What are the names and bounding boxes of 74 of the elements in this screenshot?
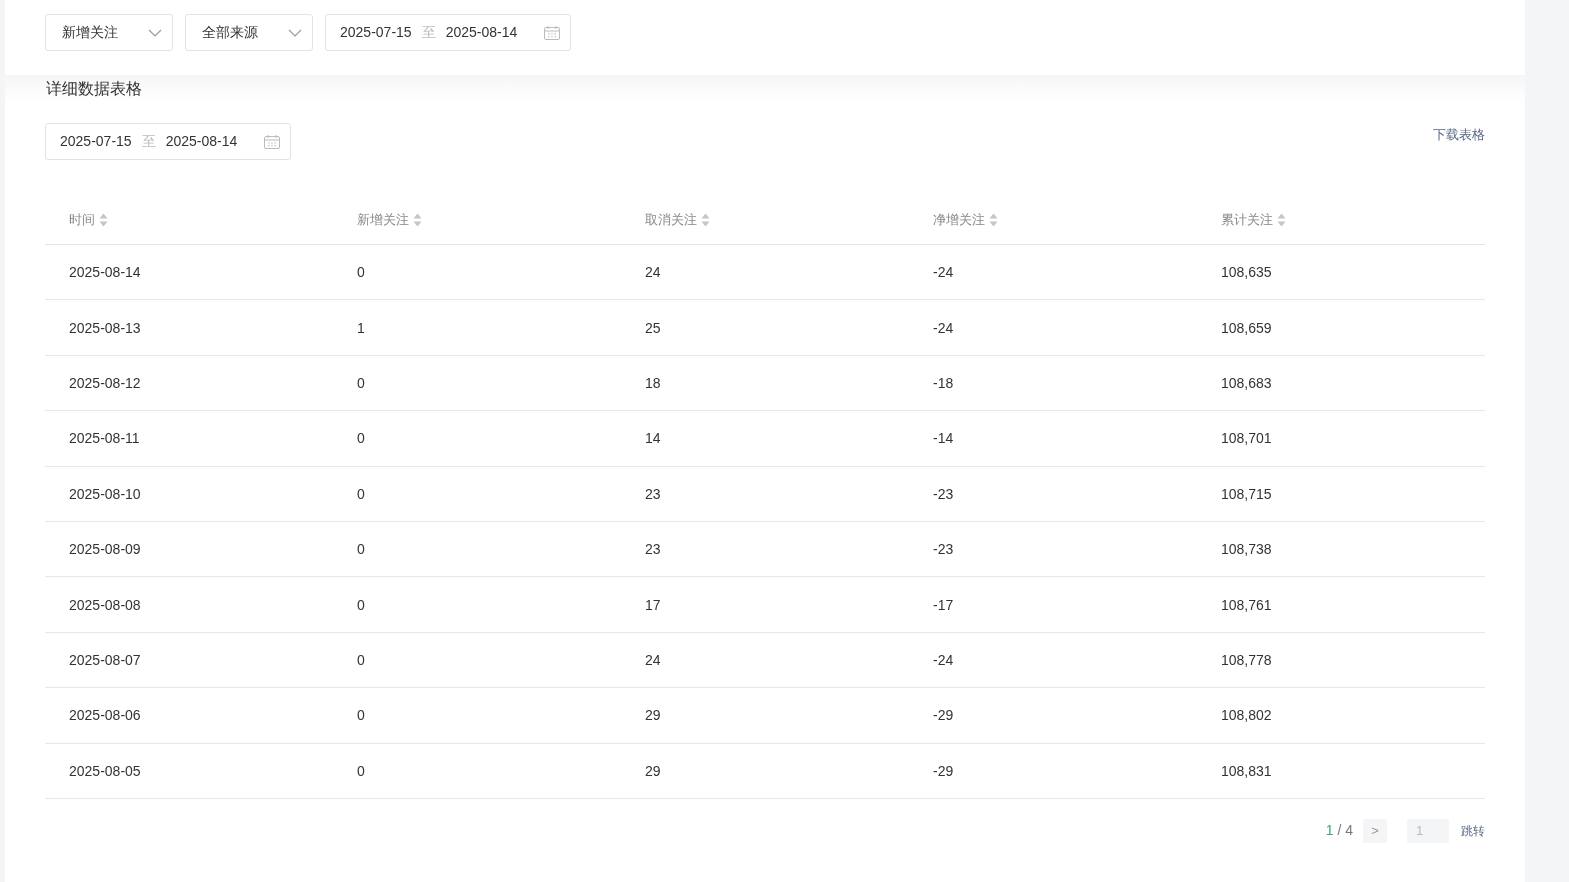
table-cell: 23	[645, 485, 661, 502]
download-link[interactable]: 下载表格	[1433, 125, 1485, 145]
table-cell: 108,715	[1221, 485, 1272, 502]
table-cell: 108,701	[1221, 430, 1272, 447]
table-cell: -14	[933, 430, 954, 447]
table-cell: 1	[357, 319, 365, 336]
chevron-down-icon	[148, 28, 162, 37]
table-cell: 108,738	[1221, 541, 1272, 558]
table-cell: 24	[645, 651, 661, 668]
sort-icon[interactable]	[989, 213, 998, 227]
table-cell: 2025-08-05	[69, 762, 141, 779]
select-field[interactable]: 全部来源	[185, 14, 313, 51]
table-cell: 29	[645, 707, 661, 724]
table-cell: 0	[357, 651, 365, 668]
table-cell: -23	[933, 541, 954, 558]
column-header: 取消关注	[645, 211, 697, 230]
table-cell: 2025-08-06	[69, 707, 141, 724]
sort-icon[interactable]	[1277, 213, 1286, 227]
table-cell: 2025-08-07	[69, 651, 141, 668]
chevron-down-icon	[288, 28, 302, 37]
sort-icon[interactable]	[413, 213, 422, 227]
table-cell: -23	[933, 485, 954, 502]
table-cell: 108,761	[1221, 596, 1272, 613]
table-cell: 0	[357, 485, 365, 502]
table-cell: -24	[933, 319, 954, 336]
table-cell: 108,778	[1221, 651, 1272, 668]
section-title: 详细数据表格	[46, 78, 142, 99]
table-cell: 2025-08-11	[69, 430, 140, 447]
table-cell: 0	[357, 374, 365, 391]
table-cell: 2025-08-14	[69, 264, 141, 281]
table-cell: -17	[933, 596, 954, 613]
jump-button[interactable]: 跳转	[1461, 821, 1485, 840]
table-cell: -24	[933, 264, 954, 281]
table-cell: -29	[933, 707, 954, 724]
table-cell: 2025-08-12	[69, 374, 141, 391]
table-cell: 108,802	[1221, 707, 1272, 724]
calendar-icon	[264, 134, 280, 149]
page-input[interactable]: 1	[1407, 818, 1449, 843]
current-page: 1	[1325, 821, 1334, 841]
date-range-field[interactable]: 2025-07-15 至 2025-08-14	[45, 123, 291, 160]
table-cell: 2025-08-09	[69, 541, 141, 558]
table-cell: 0	[357, 264, 365, 281]
table-cell: 0	[357, 707, 365, 724]
table-cell: -18	[933, 374, 954, 391]
table-cell: -24	[933, 651, 954, 668]
table-cell: 0	[357, 430, 365, 447]
table-cell: 18	[645, 374, 661, 391]
table-cell: -29	[933, 762, 954, 779]
table-cell: 23	[645, 541, 661, 558]
table-cell: 24	[645, 264, 661, 281]
table-cell: 108,683	[1221, 374, 1272, 391]
calendar-icon	[544, 25, 560, 40]
table-cell: 0	[357, 541, 365, 558]
column-header: 净增关注	[933, 211, 985, 230]
sort-icon[interactable]	[701, 213, 710, 227]
page-total: / 4	[1337, 821, 1353, 841]
table-cell: 17	[645, 596, 661, 613]
select-field[interactable]: 新增关注	[45, 14, 173, 51]
table-cell: 108,831	[1221, 762, 1272, 779]
table-cell: 108,659	[1221, 319, 1272, 336]
table-cell: 0	[357, 762, 365, 779]
table-cell: 2025-08-13	[69, 319, 141, 336]
table-cell: 2025-08-08	[69, 596, 141, 613]
table-cell: 25	[645, 319, 661, 336]
table-cell: 0	[357, 596, 365, 613]
table-cell: 29	[645, 762, 661, 779]
column-header: 时间	[69, 211, 95, 230]
sort-icon[interactable]	[99, 213, 108, 227]
table-cell: 108,635	[1221, 264, 1272, 281]
table-cell: 2025-08-10	[69, 485, 141, 502]
column-header: 累计关注	[1221, 211, 1273, 230]
column-header: 新增关注	[357, 211, 409, 230]
table-cell: 14	[645, 430, 661, 447]
date-range-field[interactable]: 2025-07-15 至 2025-08-14	[325, 14, 571, 51]
